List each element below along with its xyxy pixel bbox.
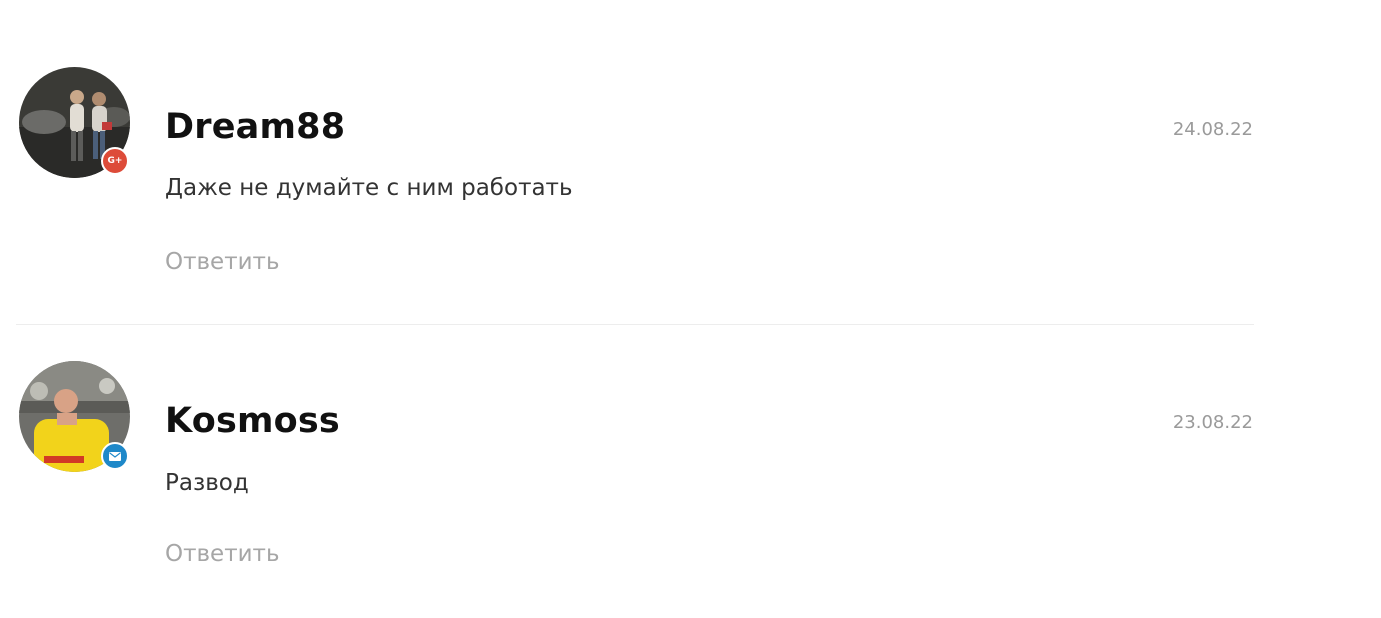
envelope-icon [109, 451, 121, 461]
comment-text: Развод [165, 470, 249, 496]
badge-label: G+ [107, 156, 123, 166]
google-plus-icon: G+ [101, 147, 129, 175]
comment-author: Kosmoss [165, 401, 340, 441]
comment-item: Kosmoss 23.08.22 Развод Ответить [0, 325, 1381, 618]
comment-date: 23.08.22 [1172, 412, 1253, 433]
comment-item: G+ Dream88 24.08.22 Даже не думайте с ни… [0, 0, 1381, 325]
reply-link[interactable]: Ответить [165, 541, 280, 567]
mail-icon [101, 442, 129, 470]
reply-link[interactable]: Ответить [165, 249, 280, 275]
comment-text: Даже не думайте с ним работать [165, 175, 573, 201]
comment-author: Dream88 [165, 107, 346, 147]
comment-date: 24.08.22 [1172, 119, 1253, 140]
